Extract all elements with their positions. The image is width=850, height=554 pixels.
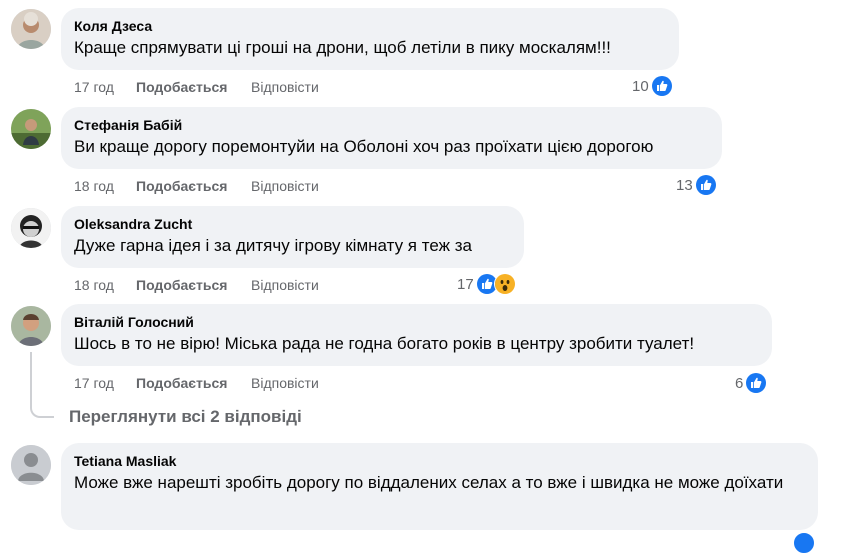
- comment-text: Ви краще дорогу поремонтуйи на Оболоні х…: [74, 137, 654, 156]
- reaction-count: 17: [457, 275, 474, 293]
- like-button[interactable]: Подобається: [136, 275, 251, 295]
- like-button[interactable]: Подобається: [136, 176, 251, 196]
- like-icon: [793, 532, 815, 554]
- reaction-count: 6: [735, 374, 744, 392]
- view-replies-link[interactable]: Переглянути всі 2 відповіді: [69, 407, 302, 427]
- comment-text: Дуже гарна ідея і за дитячу ігрову кімна…: [74, 236, 472, 255]
- comment-bubble: Коля Дзеса Краще спрямувати ці гроші на …: [61, 8, 679, 70]
- reply-button[interactable]: Відповісти: [251, 77, 319, 97]
- comment-text: Краще спрямувати ці гроші на дрони, щоб …: [74, 38, 611, 57]
- reply-thread-line: [30, 352, 54, 418]
- avatar[interactable]: [11, 109, 51, 149]
- comment-time[interactable]: 18 год: [74, 176, 136, 196]
- reaction-count: 10: [632, 77, 649, 95]
- comment-time[interactable]: 18 год: [74, 275, 136, 295]
- comment-author[interactable]: Tetiana Masliak: [74, 452, 806, 470]
- like-button[interactable]: Подобається: [136, 77, 251, 97]
- like-icon: [745, 372, 768, 394]
- like-button[interactable]: Подобається: [136, 373, 251, 393]
- reply-button[interactable]: Відповісти: [251, 373, 319, 393]
- reaction-summary[interactable]: 17: [457, 273, 516, 295]
- reply-button[interactable]: Відповісти: [251, 275, 319, 295]
- comment-actions: 17 год Подобається Відповісти: [74, 77, 319, 97]
- comment-actions: 18 год Подобається Відповісти: [74, 275, 319, 295]
- reaction-summary[interactable]: 10: [632, 75, 673, 97]
- avatar[interactable]: [11, 9, 51, 49]
- reaction-count: 13: [676, 176, 693, 194]
- avatar[interactable]: [11, 208, 51, 248]
- comment-time[interactable]: 17 год: [74, 77, 136, 97]
- comment-actions: 17 год Подобається Відповісти: [74, 373, 319, 393]
- comment-bubble: Oleksandra Zucht Дуже гарна ідея і за ди…: [61, 206, 524, 268]
- reply-button[interactable]: Відповісти: [251, 176, 319, 196]
- like-icon: [694, 174, 717, 196]
- reaction-summary[interactable]: 6: [735, 372, 768, 394]
- comment-bubble: Tetiana Masliak Може вже нарешті зробіть…: [61, 443, 818, 530]
- avatar[interactable]: [11, 306, 51, 346]
- comment-time[interactable]: 17 год: [74, 373, 136, 393]
- reaction-summary[interactable]: 13: [676, 174, 717, 196]
- comment-text: Шось в то не вірю! Міська рада не годна …: [74, 334, 695, 353]
- comment-text: Може вже нарешті зробіть дорогу по відда…: [74, 473, 784, 492]
- comment-author[interactable]: Віталій Голосний: [74, 313, 760, 331]
- like-icon: [650, 75, 673, 97]
- comment-actions: 18 год Подобається Відповісти: [74, 176, 319, 196]
- avatar[interactable]: [11, 445, 51, 485]
- comment-author[interactable]: Oleksandra Zucht: [74, 215, 512, 233]
- comment-author[interactable]: Коля Дзеса: [74, 17, 667, 35]
- wow-icon: [493, 273, 516, 295]
- comment-bubble: Віталій Голосний Шось в то не вірю! Місь…: [61, 304, 772, 366]
- comment-author[interactable]: Стефанія Бабій: [74, 116, 710, 134]
- comment-bubble: Стефанія Бабій Ви краще дорогу поремонту…: [61, 107, 722, 169]
